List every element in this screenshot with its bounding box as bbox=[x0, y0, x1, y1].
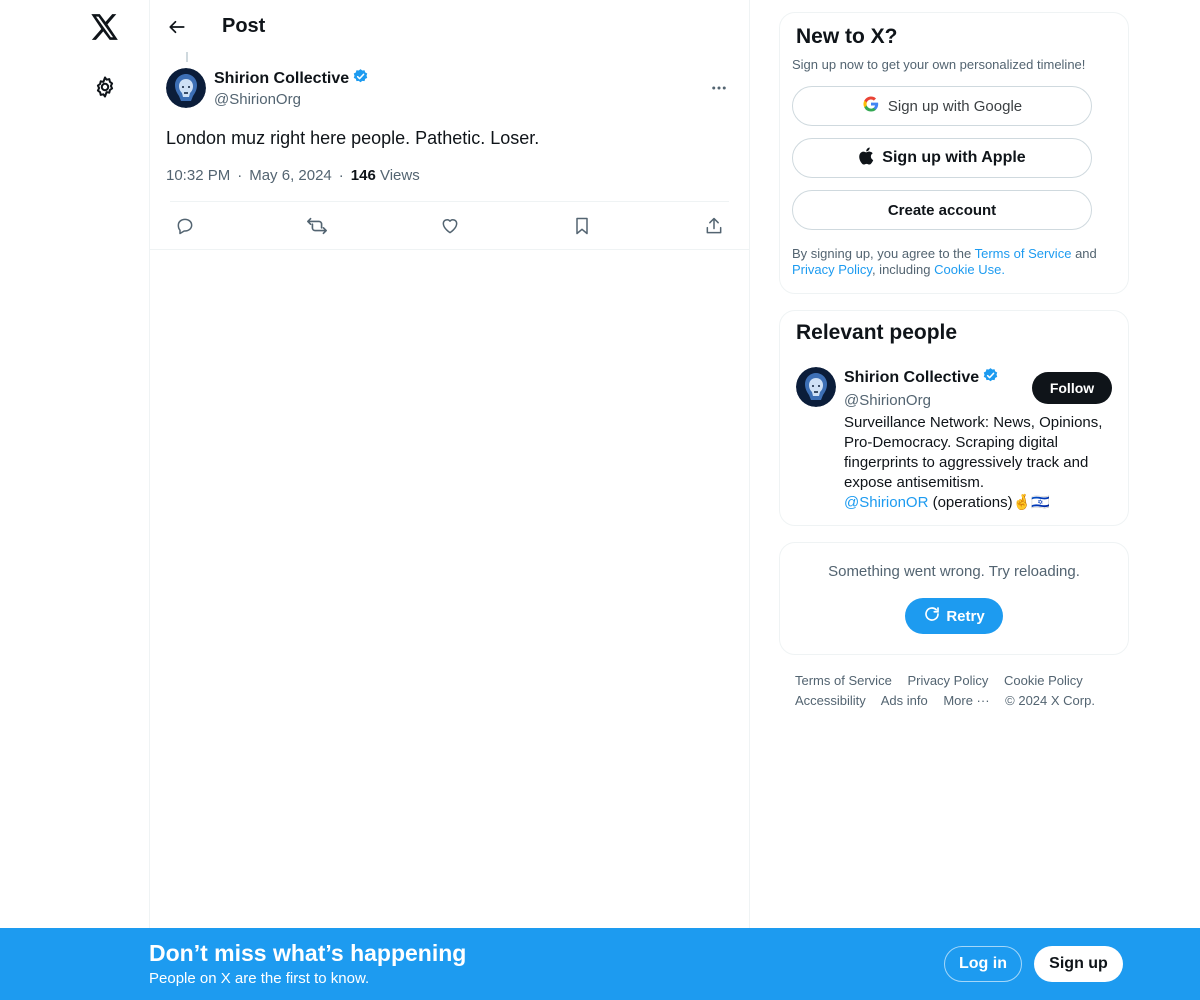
footer-accessibility-link[interactable]: Accessibility bbox=[795, 693, 866, 708]
google-signup-label: Sign up with Google bbox=[887, 97, 1023, 115]
retry-button[interactable]: Retry bbox=[905, 598, 1003, 634]
footer-ads-link[interactable]: Ads info bbox=[881, 693, 928, 708]
x-logo-icon[interactable] bbox=[88, 10, 122, 44]
tweet-time[interactable]: 10:32 PM bbox=[166, 167, 230, 184]
tweet-header: Shirion Collective @ShirionOrg bbox=[166, 53, 733, 117]
main-column: Post Shirion Collective @ShirionOrg Lond… bbox=[149, 0, 750, 1000]
cookie-use-link[interactable]: Cookie Use. bbox=[934, 262, 1005, 277]
actions-wrapper bbox=[150, 201, 749, 250]
right-sidebar: New to X? Sign up now to get your own pe… bbox=[779, 12, 1129, 711]
bio-suffix: (operations)🤞🇮🇱 bbox=[932, 494, 1050, 511]
gear-icon[interactable] bbox=[91, 73, 119, 101]
back-arrow-icon[interactable] bbox=[166, 16, 188, 38]
retry-label: Retry bbox=[946, 607, 985, 625]
page-title: Post bbox=[222, 15, 266, 37]
signup-legal: By signing up, you agree to the Terms of… bbox=[792, 246, 1112, 278]
more-options-icon[interactable] bbox=[705, 74, 733, 102]
verified-badge-icon bbox=[982, 367, 999, 389]
refresh-icon bbox=[923, 605, 941, 627]
bottom-bar-title: Don’t miss what’s happening bbox=[149, 940, 467, 966]
tweet-actions bbox=[170, 201, 729, 249]
footer-more-link[interactable]: More ··· bbox=[943, 693, 989, 708]
avatar[interactable] bbox=[796, 367, 836, 407]
login-button[interactable]: Log in bbox=[944, 946, 1022, 982]
footer-privacy-link[interactable]: Privacy Policy bbox=[907, 673, 988, 688]
bottom-bar-subtitle: People on X are the first to know. bbox=[149, 970, 370, 987]
relevant-person: Shirion Collective @ShirionOrg Follow Su… bbox=[792, 367, 1112, 513]
reply-icon[interactable] bbox=[174, 215, 196, 237]
bookmark-icon[interactable] bbox=[571, 215, 593, 237]
signup-title: New to X? bbox=[796, 25, 898, 48]
apple-signup-button[interactable]: Sign up with Apple bbox=[792, 138, 1092, 178]
share-icon[interactable] bbox=[703, 215, 725, 237]
relevant-person-name[interactable]: Shirion Collective bbox=[844, 369, 979, 387]
bio-link[interactable]: @ShirionOR bbox=[844, 494, 928, 511]
footer-links: Terms of Service Privacy Policy Cookie P… bbox=[779, 671, 1129, 711]
legal-including: , including bbox=[871, 262, 931, 277]
tweet-text: London muz right here people. Pathetic. … bbox=[166, 128, 540, 148]
tweet-meta: 10:32 PM · May 6, 2024 · 146 Views bbox=[166, 165, 733, 185]
thread-line bbox=[186, 52, 188, 62]
footer-cookie-link[interactable]: Cookie Policy bbox=[1004, 673, 1083, 688]
apple-icon bbox=[858, 146, 874, 170]
relevant-person-bio: Surveillance Network: News, Opinions, Pr… bbox=[844, 413, 1112, 513]
signup-card: New to X? Sign up now to get your own pe… bbox=[779, 12, 1129, 294]
repost-icon[interactable] bbox=[306, 215, 328, 237]
google-icon bbox=[862, 95, 880, 117]
author-name[interactable]: Shirion Collective bbox=[214, 70, 349, 88]
relevant-person-handle[interactable]: @ShirionOrg bbox=[844, 392, 999, 409]
legal-and: and bbox=[1075, 246, 1097, 261]
create-account-button[interactable]: Create account bbox=[792, 190, 1092, 230]
like-icon[interactable] bbox=[439, 215, 461, 237]
views-count: 146 bbox=[350, 166, 376, 184]
relevant-people-card: Relevant people Shirion Collective @Shir… bbox=[779, 310, 1129, 526]
google-signup-button[interactable]: Sign up with Google bbox=[792, 86, 1092, 126]
left-nav bbox=[0, 0, 150, 1000]
signup-button[interactable]: Sign up bbox=[1034, 946, 1123, 982]
privacy-link[interactable]: Privacy Policy bbox=[792, 262, 872, 277]
meta-separator: · bbox=[237, 166, 243, 184]
legal-prefix: By signing up, you agree to the bbox=[792, 246, 972, 261]
follow-button[interactable]: Follow bbox=[1032, 372, 1112, 404]
footer-copyright: © 2024 X Corp. bbox=[1005, 693, 1095, 708]
top-bar: Post bbox=[150, 0, 749, 53]
author-block: Shirion Collective @ShirionOrg bbox=[214, 68, 705, 108]
tweet: Shirion Collective @ShirionOrg London mu… bbox=[150, 52, 749, 250]
author-handle[interactable]: @ShirionOrg bbox=[214, 91, 705, 108]
meta-separator: · bbox=[338, 166, 344, 184]
avatar[interactable] bbox=[166, 68, 206, 108]
error-card: Something went wrong. Try reloading. Ret… bbox=[779, 542, 1129, 655]
error-message: Something went wrong. Try reloading. bbox=[828, 563, 1080, 580]
tweet-date[interactable]: May 6, 2024 bbox=[249, 167, 332, 184]
relevant-people-title: Relevant people bbox=[796, 321, 958, 344]
footer-terms-link[interactable]: Terms of Service bbox=[795, 673, 892, 688]
bottom-signup-bar: Don’t miss what’s happening People on X … bbox=[0, 928, 1200, 1000]
views-label: Views bbox=[379, 166, 420, 184]
signup-subtitle: Sign up now to get your own personalized… bbox=[792, 57, 1086, 72]
apple-signup-label: Sign up with Apple bbox=[882, 149, 1026, 166]
verified-badge-icon bbox=[352, 68, 369, 90]
bio-text: Surveillance Network: News, Opinions, Pr… bbox=[844, 414, 1103, 491]
terms-link[interactable]: Terms of Service bbox=[975, 246, 1072, 261]
